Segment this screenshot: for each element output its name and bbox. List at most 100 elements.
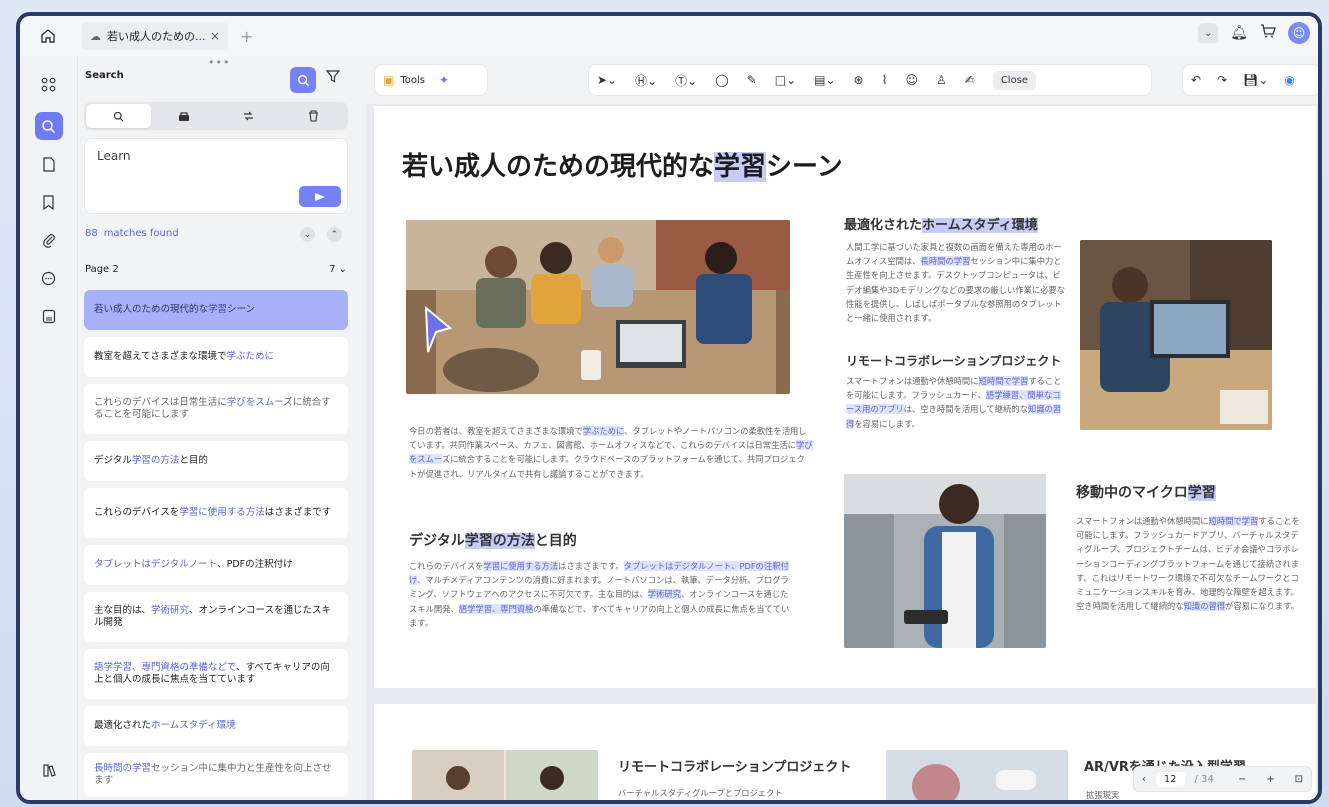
home-highlight-1: 長時間の学習 (920, 256, 971, 267)
previous-match-icon[interactable]: ⌃ (327, 227, 342, 242)
text-box-icon[interactable]: Ⓣ⌄ (675, 72, 697, 89)
result-match-highlight: 学習 (208, 304, 228, 315)
sticker-icon[interactable]: ☺ (905, 73, 918, 87)
search-result-item[interactable]: 教室を超えてさまざまな環境で学ぶために (84, 337, 348, 377)
tools-button[interactable]: Tools (400, 75, 425, 86)
undo-icon[interactable]: ↶ (1191, 73, 1201, 87)
comment-icon[interactable] (35, 264, 63, 292)
highlight-icon[interactable]: Ⓗ⌄ (635, 72, 657, 89)
home-study-photo (1080, 240, 1272, 430)
seal-icon[interactable]: ♙ (936, 73, 947, 87)
select-cursor-icon[interactable]: ➤⌄ (597, 73, 617, 87)
signature-icon[interactable]: ✍ (965, 73, 975, 87)
result-match-highlight: タブレットはデジタルノート (94, 559, 218, 570)
search-submit-button[interactable] (299, 186, 341, 207)
match-label: matches found (103, 228, 179, 239)
attachment-icon[interactable] (35, 226, 63, 254)
search-mode-tabs (84, 102, 348, 130)
match-navigation: ⌄ ⌃ (300, 227, 342, 242)
library-icon[interactable] (35, 756, 63, 784)
attachment-icon[interactable]: ⌇ (882, 73, 888, 87)
cart-icon[interactable] (1260, 23, 1276, 43)
remote-collab-paragraph: スマートフォンは通勤や休憩時間に短時間で学習することを可能にします。フラッシュカ… (846, 374, 1068, 431)
micro-text-2: することを可能にします。フラッシュカードアプリ、バーチャルスタディグループ、プロ… (1076, 516, 1300, 612)
ai-sparkle-icon[interactable]: ✦ (439, 73, 449, 87)
result-text-pre: 主な目的は、 (94, 605, 152, 616)
document-area: ▣ Tools ✦ ➤⌄ Ⓗ⌄ Ⓣ⌄ ◯ ✎ □⌄ ▤⌄ ⊛ ⌇ ☺ ♙ ✍ C… (366, 56, 1318, 800)
page-group-count: 7 ⌄ (329, 264, 347, 275)
result-text-pre: 若い成人のための現代的な (94, 304, 209, 315)
search-result-item[interactable]: これらのデバイスを学習に使用する方法はさまざまです (84, 488, 348, 538)
intro-text-3: ズに統合することを可能にします。クラウドベースのプラットフォームを通じて、共同プ… (409, 454, 805, 479)
document-tab[interactable]: ☁ 若い成人のための... × (82, 22, 228, 50)
page-group-label: Page 2 (85, 264, 119, 275)
search-input[interactable]: Learn (84, 138, 348, 214)
group-study-photo (406, 220, 790, 394)
result-match-highlight: 学びをスムー (226, 397, 284, 408)
ai-assistant-icon[interactable]: ◉ (1284, 73, 1294, 87)
search-result-item[interactable]: これらのデバイスは日常生活に学びをスムーズに統合することを可能にします (84, 384, 348, 434)
heading-highlight: ホームスタディ環境 (922, 218, 1038, 233)
next-match-icon[interactable]: ⌄ (300, 227, 315, 242)
search-mode-icon[interactable] (290, 67, 316, 93)
annotation-tools: ➤⌄ Ⓗ⌄ Ⓣ⌄ ◯ ✎ □⌄ ▤⌄ ⊛ ⌇ ☺ ♙ ✍ Close (588, 64, 1152, 96)
cloud-icon: ☁ (90, 29, 101, 43)
search-result-item[interactable]: デジタル学習の方法と目的 (84, 441, 348, 481)
heading-highlight: 学習 (1187, 485, 1216, 501)
filter-icon[interactable] (325, 69, 341, 87)
new-tab-button[interactable]: + (240, 27, 253, 46)
close-tab-icon[interactable]: × (210, 29, 220, 43)
zoom-in-icon[interactable]: + (1266, 774, 1274, 785)
search-result-item[interactable]: 主な目的は、学術研究、オンラインコースを通じたスキル開発 (84, 592, 348, 642)
fit-page-icon[interactable]: ⊡ (1295, 774, 1303, 785)
drag-handle[interactable]: ••• (208, 56, 230, 69)
home-text-2: セッション中に集中力と生産性を向上させます。デスクトップコンピュータは、ビデオ編… (846, 256, 1066, 324)
comment-icon[interactable]: ◯ (715, 73, 728, 87)
avatar[interactable]: ☺ (1288, 22, 1310, 44)
search-result-item[interactable]: 語学学習、専門資格の準備などで、すべてキャリアの向上と個人の成長に焦点を当ててい… (84, 649, 348, 699)
chevron-down-icon[interactable]: ⌄ (1198, 23, 1219, 43)
redo-icon[interactable]: ↷ (1217, 73, 1227, 87)
digital-learning-heading: デジタル学習の方法と目的 (409, 530, 577, 550)
result-text: 最適化されたホームスタディ環境 (94, 720, 236, 732)
search-result-item[interactable]: タブレットはデジタルノート、PDFの注釈付け (84, 545, 348, 585)
search-result-item[interactable]: 長時間の学習セッション中に集中力と生産性を向上させます (84, 753, 348, 797)
current-page-input[interactable]: 12 (1155, 771, 1185, 787)
zoom-out-icon[interactable]: − (1238, 774, 1246, 785)
shape-icon[interactable]: □⌄ (775, 73, 796, 87)
measure-icon[interactable]: ▤⌄ (814, 73, 835, 87)
close-tools-button[interactable]: Close (992, 70, 1037, 90)
bookmark-icon[interactable] (35, 188, 63, 216)
search-results: 若い成人のための現代的な学習シーン 教室を超えてさまざまな環境で学ぶためにこれらの… (84, 290, 348, 800)
tab-redact[interactable] (151, 104, 216, 128)
search-icon[interactable] (34, 112, 63, 140)
toolbox-icon[interactable]: ▣ (383, 73, 394, 87)
search-query: Learn (97, 149, 131, 163)
bell-icon[interactable]: 🔔︎ (1230, 25, 1248, 41)
search-result-item[interactable]: 最適化されたホームスタディ環境 (84, 706, 348, 746)
page-icon[interactable] (35, 150, 63, 178)
form-icon[interactable] (35, 302, 63, 330)
tab-search[interactable] (86, 104, 151, 128)
thumbnails-icon[interactable] (35, 70, 63, 98)
digital-highlight-1: 学習に使用する方法 (483, 561, 559, 571)
match-count: 88 matches found (85, 228, 179, 239)
match-number: 88 (85, 228, 98, 239)
trash-icon (309, 110, 318, 122)
result-match-highlight: 学ぶために (226, 351, 275, 362)
search-result-item[interactable]: 若い成人のための現代的な学習シーン (84, 290, 348, 330)
page-group-header[interactable]: Page 2 7 ⌄ (85, 264, 347, 275)
previous-page-icon[interactable]: ‹ (1142, 774, 1146, 785)
save-icon[interactable]: 💾︎⌄ (1243, 73, 1268, 87)
tab-delete[interactable] (281, 104, 346, 128)
home-icon[interactable] (34, 22, 62, 50)
title-text: 若い成人のための現代的な (402, 152, 715, 182)
result-text: デジタル学習の方法と目的 (94, 455, 208, 467)
pen-icon[interactable]: ✎ (747, 73, 757, 87)
toolbar: ▣ Tools ✦ ➤⌄ Ⓗ⌄ Ⓣ⌄ ◯ ✎ □⌄ ▤⌄ ⊛ ⌇ ☺ ♙ ✍ C… (366, 56, 1318, 104)
tab-replace[interactable] (216, 104, 281, 128)
heading-text: デジタル (409, 533, 465, 549)
stamp-icon[interactable]: ⊛ (854, 73, 864, 87)
heading-text: 最適化された (844, 218, 923, 233)
result-match-highlight: 長時間の学習 (94, 763, 152, 774)
